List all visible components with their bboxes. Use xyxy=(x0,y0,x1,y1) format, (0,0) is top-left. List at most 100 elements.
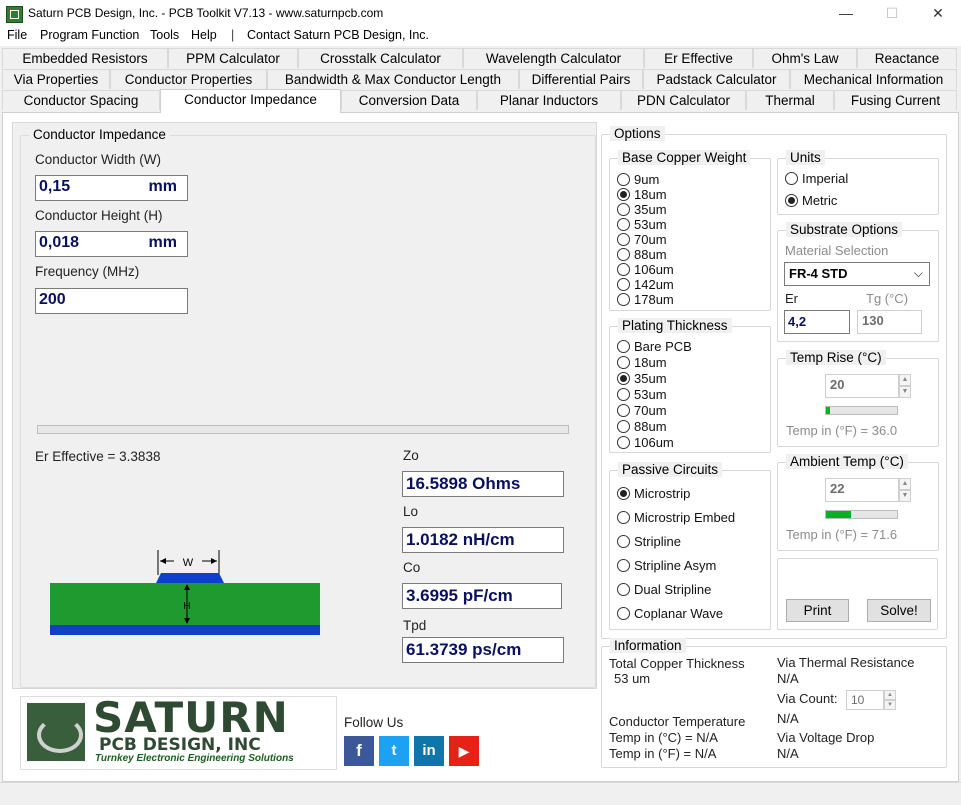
tpd-output: 61.3739 ps/cm xyxy=(402,637,564,663)
frequency-slider[interactable] xyxy=(37,425,569,434)
height-label: Conductor Height (H) xyxy=(35,208,163,223)
units-radio-0[interactable]: Imperial xyxy=(785,171,848,186)
material-selection-label: Material Selection xyxy=(785,243,889,258)
tab-bandwidth-max-conductor-length[interactable]: Bandwidth & Max Conductor Length xyxy=(267,69,519,89)
options-title: Options xyxy=(610,126,665,141)
plating-radio-4[interactable]: 70um xyxy=(617,403,667,418)
radio-circle-icon xyxy=(617,188,630,201)
tab-conductor-properties[interactable]: Conductor Properties xyxy=(110,69,267,89)
radio-circle-icon xyxy=(617,263,630,276)
plating-radio-6[interactable]: 106um xyxy=(617,435,674,450)
radio-circle-icon xyxy=(617,583,630,596)
plating-title: Plating Thickness xyxy=(618,318,732,333)
copper-radio-label: 178um xyxy=(634,292,674,307)
menu-tools[interactable]: Tools xyxy=(150,28,179,42)
tab-via-properties[interactable]: Via Properties xyxy=(2,69,110,89)
copper-radio-1[interactable]: 18um xyxy=(617,187,667,202)
tab-embedded-resistors[interactable]: Embedded Resistors xyxy=(2,48,168,68)
lo-label: Lo xyxy=(403,504,419,519)
plating-radio-5[interactable]: 88um xyxy=(617,419,667,434)
passive-radio-3[interactable]: Stripline Asym xyxy=(617,558,716,573)
menu-contact[interactable]: Contact Saturn PCB Design, Inc. xyxy=(247,28,429,42)
tg-label: Tg (°C) xyxy=(866,291,909,306)
passive-title: Passive Circuits xyxy=(618,462,723,477)
tab-er-effective[interactable]: Er Effective xyxy=(644,48,753,68)
height-input[interactable]: 0,018 mm xyxy=(35,231,188,257)
ambient-up-icon: ▲ xyxy=(899,478,911,490)
close-button[interactable]: ✕ xyxy=(915,0,961,27)
passive-radio-1[interactable]: Microstrip Embed xyxy=(617,510,735,525)
tab-mechanical-information[interactable]: Mechanical Information xyxy=(790,69,957,89)
plating-radio-3[interactable]: 53um xyxy=(617,387,667,402)
radio-circle-icon xyxy=(617,420,630,433)
tab-fusing-current[interactable]: Fusing Current xyxy=(834,90,957,110)
tab-conductor-spacing[interactable]: Conductor Spacing xyxy=(2,90,160,110)
passive-radio-2[interactable]: Stripline xyxy=(617,534,681,549)
co-output: 3.6995 pF/cm xyxy=(402,583,562,609)
tab-crosstalk-calculator[interactable]: Crosstalk Calculator xyxy=(298,48,463,68)
material-select[interactable]: FR-4 STD ⌵ xyxy=(784,262,930,286)
facebook-icon[interactable]: f xyxy=(344,736,374,766)
temp-rise-input: 20 xyxy=(825,374,899,398)
plating-radio-label: Bare PCB xyxy=(634,339,692,354)
via-drop-value: N/A xyxy=(777,746,799,761)
copper-radio-label: 70um xyxy=(634,232,667,247)
copper-radio-5[interactable]: 88um xyxy=(617,247,667,262)
copper-radio-2[interactable]: 35um xyxy=(617,202,667,217)
tab-differential-pairs[interactable]: Differential Pairs xyxy=(519,69,643,89)
copper-radio-6[interactable]: 106um xyxy=(617,262,674,277)
units-radio-1[interactable]: Metric xyxy=(785,193,837,208)
tab-planar-inductors[interactable]: Planar Inductors xyxy=(477,90,621,110)
ambient-input: 22 xyxy=(825,478,899,502)
tab-ppm-calculator[interactable]: PPM Calculator xyxy=(168,48,298,68)
tab-wavelength-calculator[interactable]: Wavelength Calculator xyxy=(463,48,644,68)
passive-radio-5[interactable]: Coplanar Wave xyxy=(617,606,723,621)
tab-conductor-impedance[interactable]: Conductor Impedance xyxy=(160,89,341,113)
print-button[interactable]: Print xyxy=(786,599,849,622)
twitter-icon[interactable]: t xyxy=(379,736,409,766)
passive-radio-4[interactable]: Dual Stripline xyxy=(617,582,711,597)
copper-radio-7[interactable]: 142um xyxy=(617,277,674,292)
copper-radio-0[interactable]: 9um xyxy=(617,172,659,187)
plating-radio-0[interactable]: Bare PCB xyxy=(617,339,692,354)
lo-output: 1.0182 nH/cm xyxy=(402,527,564,553)
solve-button[interactable]: Solve! xyxy=(867,599,931,622)
tab-pdn-calculator[interactable]: PDN Calculator xyxy=(621,90,746,110)
er-input[interactable]: 4,2 xyxy=(784,310,850,334)
diagram-h-label: H xyxy=(183,601,190,612)
passive-radio-label: Stripline Asym xyxy=(634,558,717,573)
tab-padstack-calculator[interactable]: Padstack Calculator xyxy=(643,69,790,89)
tab-thermal[interactable]: Thermal xyxy=(746,90,834,110)
logo-sub-text: PCB DESIGN, INC xyxy=(99,735,261,755)
radio-circle-icon xyxy=(617,233,630,246)
copper-radio-8[interactable]: 178um xyxy=(617,292,674,307)
via-count-label: Via Count: xyxy=(777,691,838,706)
impedance-group-title: Conductor Impedance xyxy=(29,127,170,142)
copper-radio-3[interactable]: 53um xyxy=(617,217,667,232)
menu-help[interactable]: Help xyxy=(191,28,217,42)
minimize-button[interactable]: — xyxy=(823,0,869,27)
menu-file[interactable]: File xyxy=(7,28,27,42)
copper-radio-label: 18um xyxy=(634,187,667,202)
plating-radio-1[interactable]: 18um xyxy=(617,355,667,370)
zo-label: Zo xyxy=(403,448,419,463)
frequency-input[interactable]: 200 xyxy=(35,288,188,314)
width-input[interactable]: 0,15 mm xyxy=(35,175,188,201)
menu-program-function[interactable]: Program Function xyxy=(40,28,139,42)
copper-radio-4[interactable]: 70um xyxy=(617,232,667,247)
zo-output: 16.5898 Ohms xyxy=(402,471,564,497)
linkedin-icon[interactable]: in xyxy=(414,736,444,766)
passive-radio-label: Coplanar Wave xyxy=(634,606,724,621)
tab-ohms-law[interactable]: Ohm's Law xyxy=(753,48,857,68)
maximize-button[interactable]: ☐ xyxy=(869,0,915,27)
er-effective-label: Er Effective = 3.3838 xyxy=(35,449,161,464)
plating-radio-label: 106um xyxy=(634,435,674,450)
tab-conversion-data[interactable]: Conversion Data xyxy=(341,90,477,110)
plating-radio-2[interactable]: 35um xyxy=(617,371,667,386)
radio-circle-icon xyxy=(617,559,630,572)
radio-circle-icon xyxy=(617,340,630,353)
passive-radio-0[interactable]: Microstrip xyxy=(617,486,690,501)
tab-reactance[interactable]: Reactance xyxy=(857,48,957,68)
youtube-icon[interactable]: ▶ xyxy=(449,736,479,766)
radio-circle-icon xyxy=(617,388,630,401)
